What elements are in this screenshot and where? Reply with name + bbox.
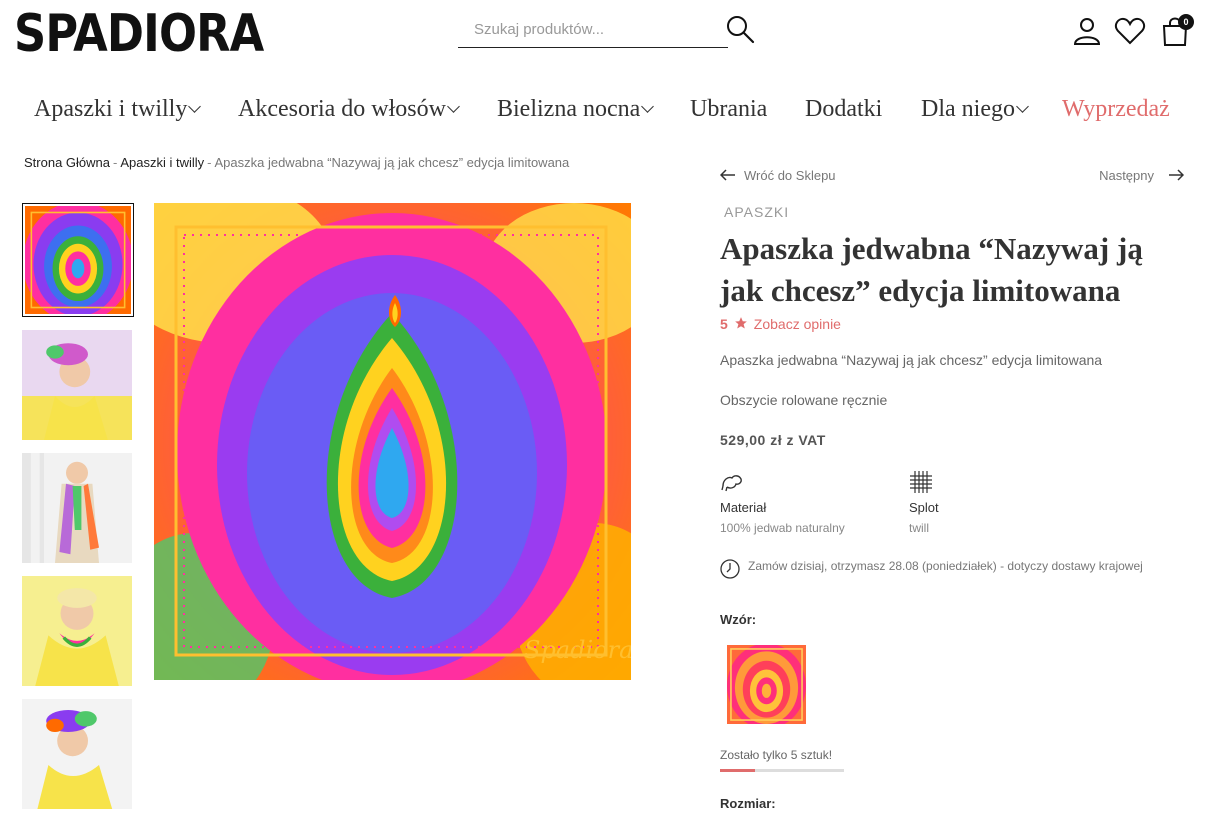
rating-value: 5 (720, 316, 728, 332)
cart-icon[interactable]: 0 (1158, 14, 1194, 48)
feature-value: twill (909, 521, 929, 535)
arrow-right-icon (1169, 169, 1185, 181)
product-rating: 5 Zobacz opinie (720, 316, 841, 332)
model-photo (22, 453, 132, 563)
pattern-label: Wzór: (720, 612, 757, 627)
silkworm-icon (720, 470, 744, 494)
feature-label: Materiał (720, 500, 767, 515)
delivery-estimate: Zamów dzisiaj, otrzymasz 28.08 (poniedzi… (720, 558, 1160, 579)
product-nav: Wróć do Sklepu Następny (719, 168, 1185, 188)
cart-count-badge: 0 (1178, 14, 1194, 30)
stock-message: Zostało tylko 5 sztuk! (720, 748, 833, 762)
thumbnail-model-1[interactable] (22, 330, 132, 440)
weave-icon (909, 470, 933, 494)
chevron-down-icon (1016, 100, 1029, 113)
search-bar (458, 14, 728, 48)
breadcrumb-separator: - (207, 155, 212, 170)
clock-icon (720, 559, 740, 579)
thumbnail-model-4[interactable] (22, 699, 132, 809)
account-icon[interactable] (1070, 14, 1104, 48)
chevron-down-icon (447, 100, 460, 113)
size-label: Rozmiar: (720, 796, 776, 811)
chevron-down-icon (641, 100, 655, 113)
product-title: Apaszka jedwabna “Nazywaj ją jak chcesz”… (720, 231, 1143, 308)
feature-weave: Splot twill (909, 470, 1079, 535)
product-finish-note: Obszycie rolowane ręcznie (720, 392, 888, 408)
search-input[interactable] (458, 14, 728, 44)
chevron-down-icon (188, 100, 202, 113)
stock-progress-fill (720, 769, 755, 772)
nav-item-ubrania[interactable]: Ubrania (690, 92, 767, 126)
logo[interactable]: SPADIORA (14, 4, 264, 64)
model-photo (22, 699, 132, 809)
nav-item-akcesoria[interactable]: Akcesoria do włosów (238, 92, 460, 126)
delivery-text: Zamów dzisiaj, otrzymasz 28.08 (poniedzi… (748, 559, 1143, 573)
thumbnail-scarf[interactable] (22, 203, 134, 317)
product-short-description: Apaszka jedwabna “Nazywaj ją jak chcesz”… (720, 352, 1103, 368)
feature-value: 100% jedwab naturalny (720, 521, 845, 535)
search-icon[interactable] (724, 14, 756, 46)
reviews-link[interactable]: Zobacz opinie (754, 316, 841, 332)
pattern-swatch[interactable] (727, 645, 806, 724)
product-price: 529,00 zł z VAT (720, 432, 826, 448)
scarf-image (23, 204, 133, 316)
breadcrumb: Strona Główna - Apaszki i twilly - Apaszka j… (24, 155, 569, 170)
model-photo (22, 330, 132, 440)
back-to-shop-link[interactable]: Wróć do Sklepu (719, 168, 836, 183)
breadcrumb-separator: - (113, 155, 118, 170)
breadcrumb-category[interactable]: Apaszki i twilly (120, 155, 204, 170)
breadcrumb-home[interactable]: Strona Główna (24, 155, 110, 170)
breadcrumb-current: Apaszka jedwabna “Nazywaj ją jak chcesz”… (214, 155, 570, 170)
svg-text:Spadiora: Spadiora (524, 636, 631, 664)
product-main-image[interactable]: Spadiora (154, 203, 631, 680)
feature-label: Splot (909, 500, 939, 515)
star-icon (734, 317, 747, 329)
nav-item-bielizna[interactable]: Bielizna nocna (497, 92, 655, 126)
main-nav: Apaszki i twilly Akcesoria do włosów Bie… (0, 92, 1210, 132)
product-category[interactable]: APASZKI (724, 204, 789, 220)
next-product-link[interactable]: Następny (1099, 168, 1185, 183)
stock-progress-bar (720, 769, 844, 772)
nav-item-dla-niego[interactable]: Dla niego (921, 92, 1029, 126)
nav-item-apaszki[interactable]: Apaszki i twilly (34, 92, 202, 126)
feature-material: Materiał 100% jedwab naturalny (720, 470, 890, 535)
thumbnail-model-2[interactable] (22, 453, 132, 563)
thumbnail-model-3[interactable] (22, 576, 132, 686)
wishlist-icon[interactable] (1113, 14, 1147, 48)
arrow-left-icon (719, 169, 735, 181)
nav-item-wyprzedaz[interactable]: Wyprzedaż (1062, 92, 1170, 126)
nav-item-dodatki[interactable]: Dodatki (805, 92, 882, 126)
model-photo (22, 576, 132, 686)
